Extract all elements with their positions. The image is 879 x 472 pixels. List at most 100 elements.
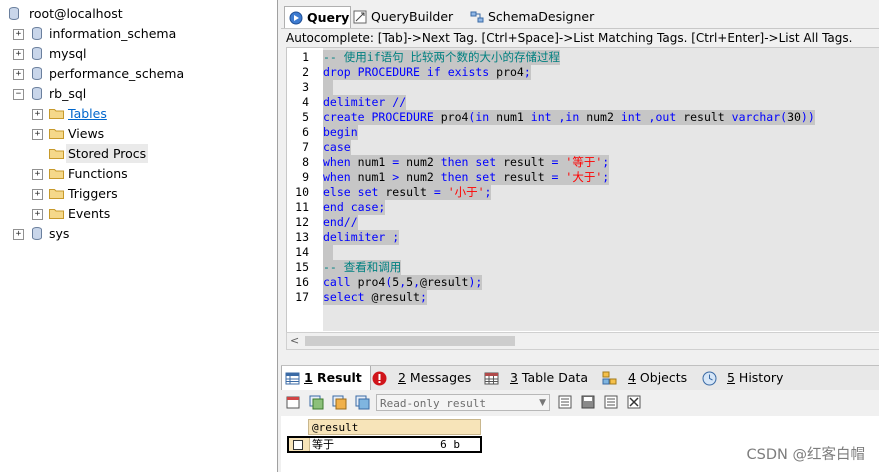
history-icon: [702, 371, 717, 386]
editor-tabs: Query QueryBuilder SchemaDesigner: [281, 6, 879, 29]
line-number: 4: [302, 95, 309, 109]
export-icon[interactable]: [285, 394, 301, 410]
database-icon: [32, 87, 42, 100]
query-panel: Query QueryBuilder SchemaDesigner Autoco…: [281, 0, 879, 472]
code-line[interactable]: -- 查看和调用: [323, 260, 402, 275]
clear-icon[interactable]: [626, 394, 642, 410]
code-line[interactable]: else set result = '小于';: [323, 185, 492, 200]
line-number: 8: [302, 155, 309, 169]
tree-root-label: root@localhost: [29, 6, 123, 21]
code-line[interactable]: create PROCEDURE pro4(in num1 int ,in nu…: [323, 110, 815, 125]
import-icon[interactable]: [331, 394, 347, 410]
column-header[interactable]: @result: [308, 419, 481, 435]
tab-label: SchemaDesigner: [488, 9, 595, 24]
expand-icon[interactable]: +: [32, 129, 43, 140]
tab-query[interactable]: Query: [284, 6, 351, 29]
line-number: 12: [295, 215, 309, 229]
code-line[interactable]: -- 使用if语句 比较两个数的大小的存储过程: [323, 50, 561, 65]
line-number: 16: [295, 275, 309, 289]
code-line[interactable]: end//: [323, 215, 358, 230]
result-toolbar: Read-only result ▼: [281, 390, 879, 416]
expand-icon[interactable]: +: [32, 109, 43, 120]
folder-icon: [49, 189, 64, 199]
code-line[interactable]: case: [323, 140, 351, 155]
tab-number: 2: [398, 370, 406, 385]
code-line[interactable]: [323, 245, 333, 260]
editor-horizontal-scrollbar[interactable]: <: [286, 332, 879, 350]
line-number: 13: [295, 230, 309, 244]
database-icon: [32, 67, 42, 80]
refresh-icon[interactable]: [354, 394, 370, 410]
tab-label: Query: [307, 10, 350, 25]
form-view-icon[interactable]: [557, 394, 573, 410]
line-number: 3: [302, 80, 309, 94]
table-row[interactable]: 等于 6 b: [287, 436, 482, 453]
code-line[interactable]: begin: [323, 125, 358, 140]
save-icon[interactable]: [580, 394, 596, 410]
expand-icon[interactable]: +: [13, 29, 24, 40]
expand-icon[interactable]: +: [13, 229, 24, 240]
code-line[interactable]: when num1 = num2 then set result = '等于';: [323, 155, 610, 170]
query-builder-icon: [353, 10, 367, 24]
database-icon: [32, 27, 42, 40]
database-icon: [32, 227, 42, 240]
tree-item-label: Triggers: [68, 186, 118, 201]
sql-editor[interactable]: 1 2 3 4 5 6 7 8 9 10 11 12 13 14 15 16 17 -- 使用if语句 比较两个…: [286, 47, 879, 334]
expand-icon[interactable]: +: [32, 209, 43, 220]
result-mode-select[interactable]: Read-only result ▼: [376, 394, 550, 411]
line-number: 10: [295, 185, 309, 199]
code-line[interactable]: select @result;: [323, 290, 427, 305]
tab-schema-designer[interactable]: SchemaDesigner: [466, 6, 618, 28]
tab-query-builder[interactable]: QueryBuilder: [349, 6, 481, 28]
expand-icon[interactable]: +: [13, 69, 24, 80]
tab-table-data[interactable]: 3 Table Data: [484, 366, 610, 390]
code-line[interactable]: end case;: [323, 200, 386, 215]
code-line[interactable]: delimiter //: [323, 95, 407, 110]
code-line[interactable]: [323, 80, 333, 95]
table-cell[interactable]: 等于 6 b: [310, 438, 484, 451]
error-icon: [372, 371, 387, 386]
tree-item-label: information_schema: [49, 26, 177, 41]
expand-icon[interactable]: +: [13, 49, 24, 60]
tree-item-label: sys: [49, 226, 70, 241]
scroll-left-icon[interactable]: <: [290, 334, 299, 347]
code-line[interactable]: delimiter ;: [323, 230, 400, 245]
code-line[interactable]: call pro4(5,5,@result);: [323, 275, 483, 290]
delete-row-icon[interactable]: [603, 394, 619, 410]
schema-designer-icon: [470, 11, 484, 23]
tree-item-label: performance_schema: [49, 66, 185, 81]
tab-result[interactable]: 1 Result: [281, 366, 371, 390]
result-tabs: 1 Result 2 Messages 3 Table Data 4 Objec…: [281, 365, 879, 391]
tab-number: 1: [304, 370, 313, 385]
line-number: 2: [302, 65, 309, 79]
tab-objects[interactable]: 4 Objects: [602, 366, 713, 390]
folder-icon: [49, 129, 64, 139]
tree-item-label: mysql: [49, 46, 87, 61]
result-grid-icon: [285, 372, 300, 385]
folder-icon: [49, 169, 64, 179]
database-icon: [32, 47, 42, 60]
row-selector[interactable]: [289, 438, 310, 451]
table-data-icon: [484, 372, 499, 385]
objects-icon: [602, 371, 617, 385]
line-number: 11: [295, 200, 309, 214]
copy-icon[interactable]: [308, 394, 324, 410]
code-line[interactable]: drop PROCEDURE if exists pro4;: [323, 65, 531, 80]
code-area[interactable]: -- 使用if语句 比较两个数的大小的存储过程 drop PROCEDURE if…: [323, 48, 879, 331]
expand-icon[interactable]: +: [32, 169, 43, 180]
scrollbar-thumb[interactable]: [305, 336, 515, 346]
line-number: 5: [302, 110, 309, 124]
collapse-icon[interactable]: −: [13, 89, 24, 100]
row-checkbox[interactable]: [293, 440, 303, 450]
tree-item-label: rb_sql: [49, 86, 87, 101]
tab-history[interactable]: 5 History: [702, 366, 807, 390]
tab-label: Objects: [635, 370, 688, 385]
line-number: 9: [302, 170, 309, 184]
expand-icon[interactable]: +: [32, 189, 43, 200]
tab-label: Result: [312, 370, 362, 385]
tab-number: 3: [510, 370, 518, 385]
query-icon: [289, 11, 303, 25]
line-number-gutter: 1 2 3 4 5 6 7 8 9 10 11 12 13 14 15 16 17: [287, 48, 322, 331]
code-line[interactable]: when num1 > num2 then set result = '大于';: [323, 170, 610, 185]
tab-messages[interactable]: 2 Messages: [372, 366, 478, 390]
